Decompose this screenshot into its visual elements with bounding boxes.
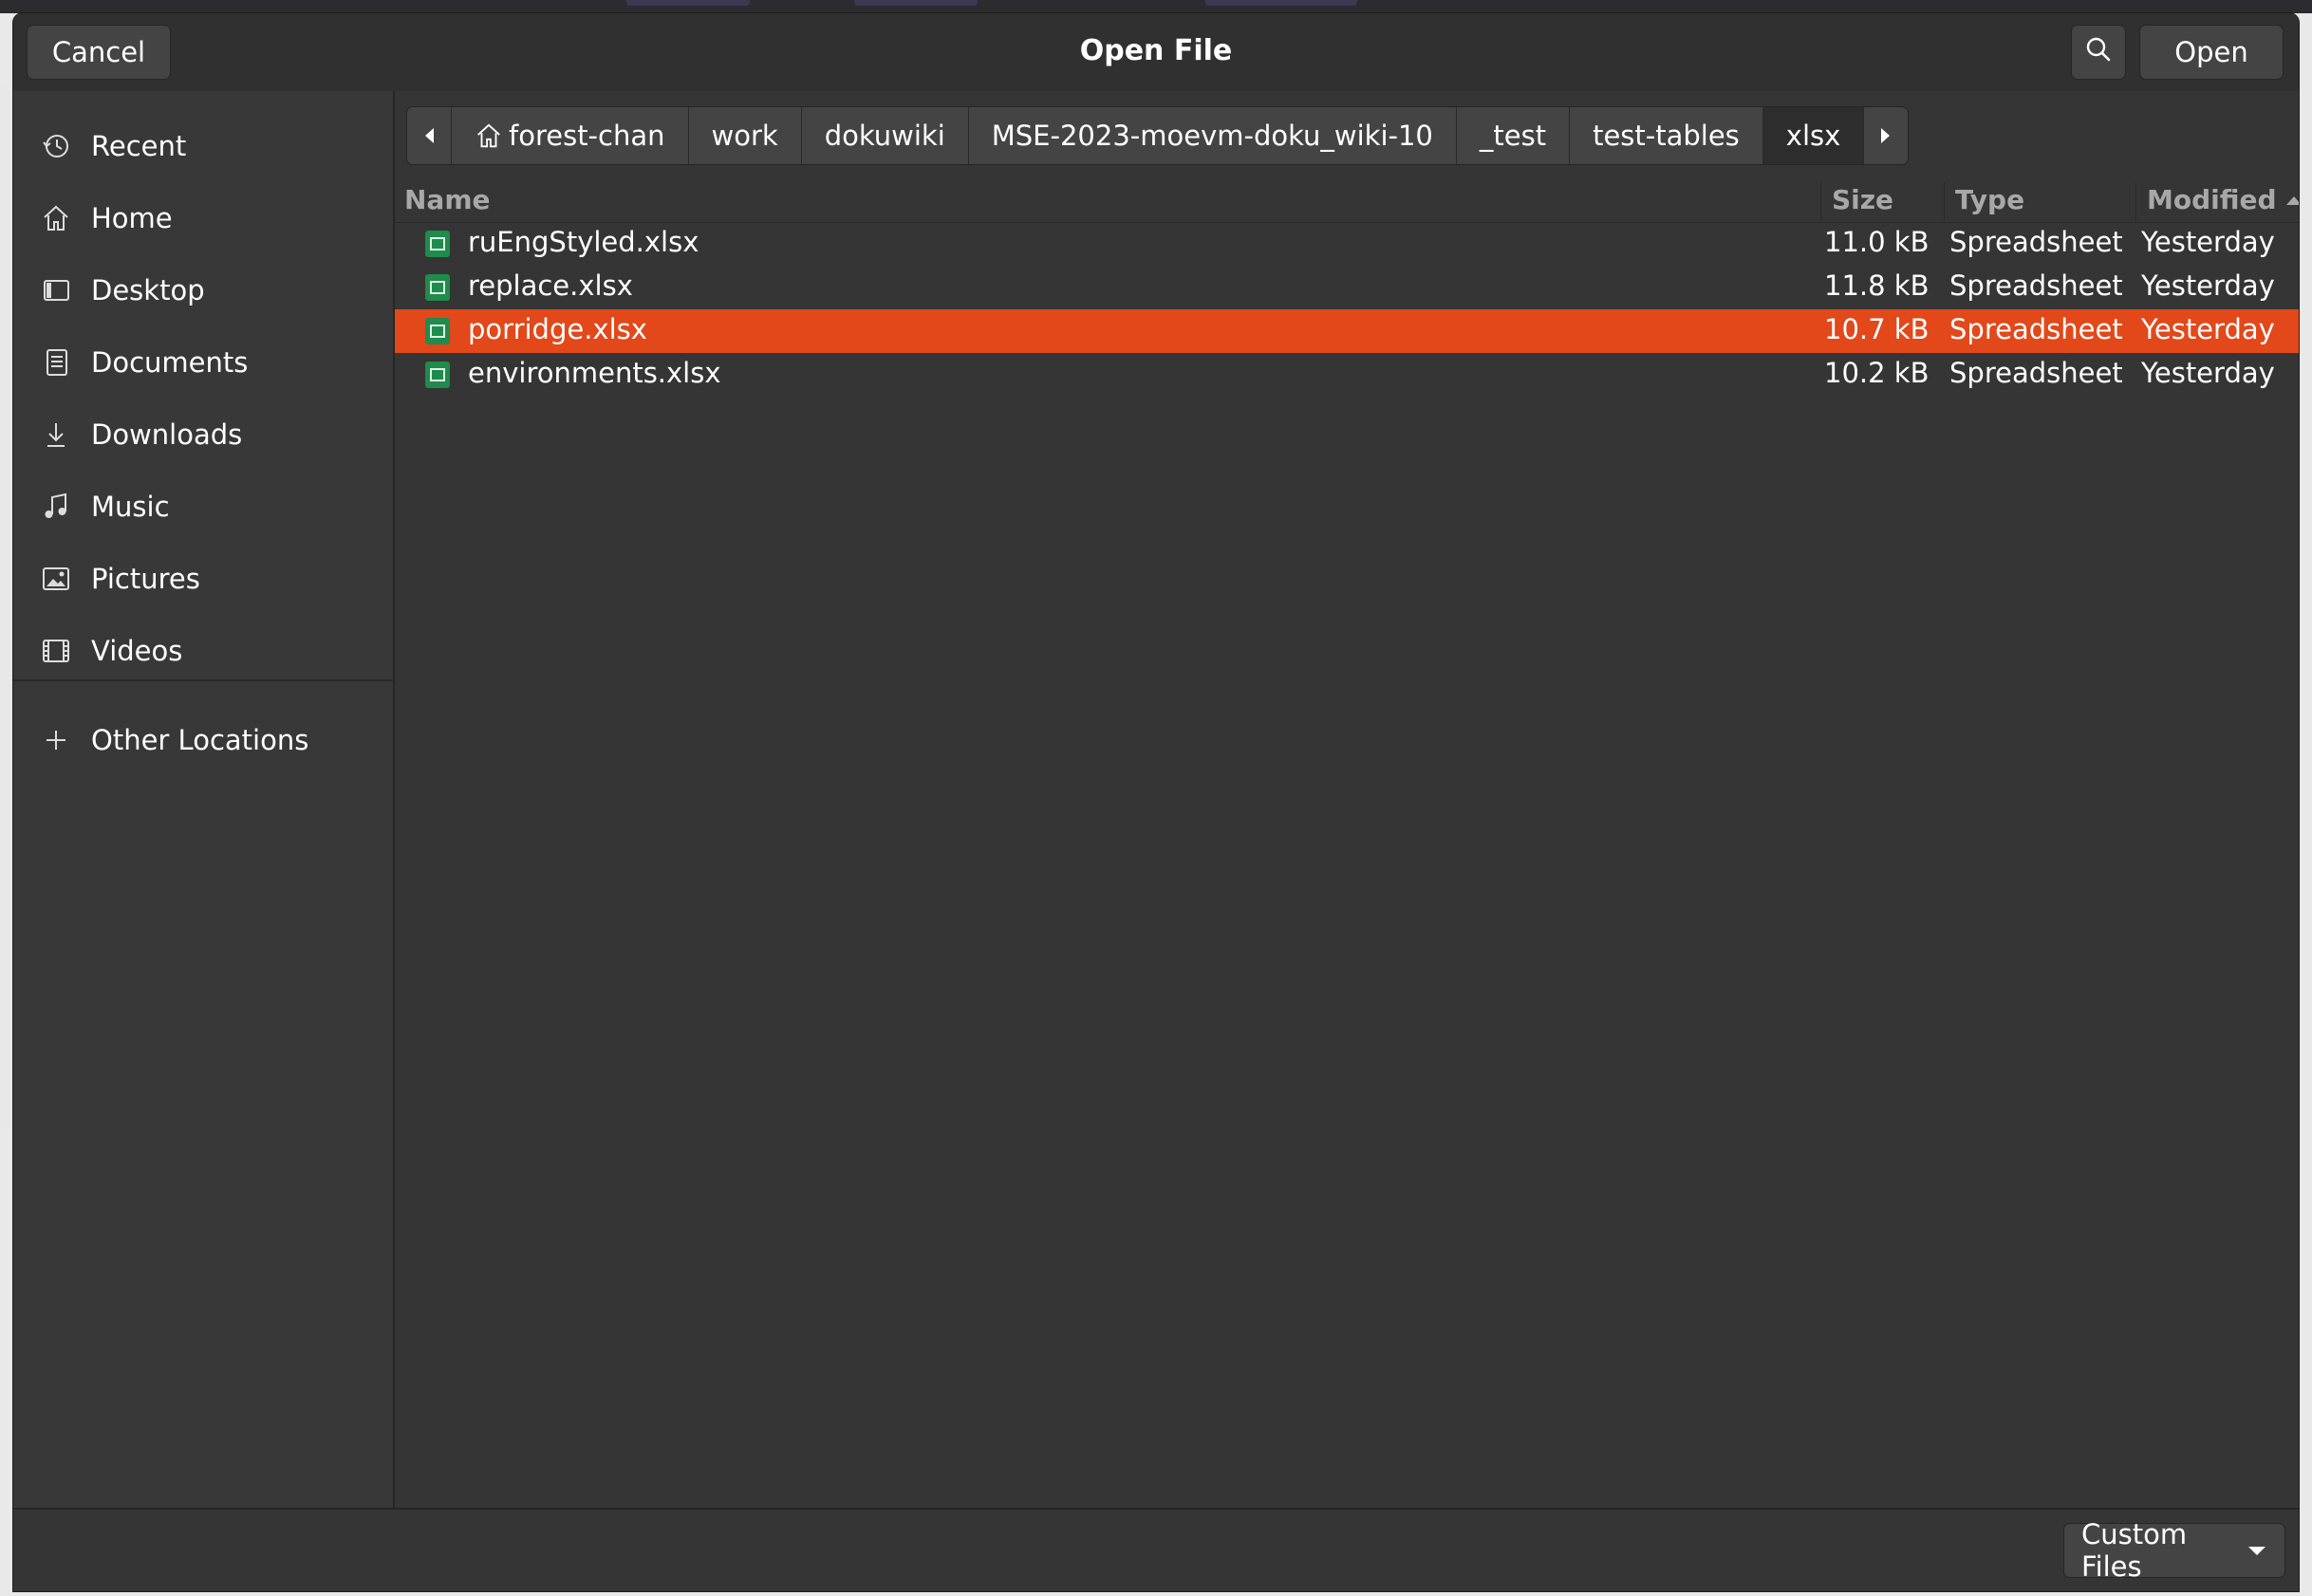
column-header-type[interactable]: Type <box>1946 184 2116 222</box>
document-icon <box>40 346 72 379</box>
chevron-left-icon <box>422 120 436 152</box>
video-icon <box>40 635 72 667</box>
file-size: 10.2 kB <box>1824 357 1930 389</box>
header-bar: Cancel Open File Open <box>13 13 2299 93</box>
spreadsheet-icon <box>425 318 450 344</box>
file-row[interactable]: ruEngStyled.xlsx 11.0 kB Spreadsheet Yes… <box>395 222 2299 266</box>
background-tab <box>854 0 978 6</box>
breadcrumb-label: forest-chan <box>509 120 665 152</box>
background-tab <box>1205 0 1357 6</box>
sidebar-item-videos[interactable]: Videos <box>13 621 393 681</box>
background-window-strip <box>0 0 2312 13</box>
column-separator <box>1944 182 1945 220</box>
file-modified: Yesterday <box>2141 226 2275 258</box>
sidebar-item-pictures[interactable]: Pictures <box>13 548 393 609</box>
download-icon <box>40 418 72 451</box>
breadcrumb-dokuwiki[interactable]: dokuwiki <box>802 107 969 164</box>
sidebar-item-label: Other Locations <box>91 724 309 756</box>
path-scroll-right-button[interactable] <box>1864 107 1908 164</box>
file-type: Spreadsheet <box>1949 313 2123 345</box>
clock-icon <box>40 130 72 162</box>
file-row[interactable]: replace.xlsx 11.8 kB Spreadsheet Yesterd… <box>395 266 2299 309</box>
sidebar-item-documents[interactable]: Documents <box>13 332 393 393</box>
sidebar-item-home[interactable]: Home <box>13 188 393 249</box>
chevron-right-icon <box>1879 120 1892 152</box>
open-file-dialog: Cancel Open File Open Recent Home Deskto <box>13 13 2299 1591</box>
column-header-label: Modified <box>2147 184 2277 215</box>
file-name: ruEngStyled.xlsx <box>468 226 699 258</box>
background-window-edge <box>0 85 13 1129</box>
file-row[interactable]: environments.xlsx 10.2 kB Spreadsheet Ye… <box>395 353 2299 397</box>
spreadsheet-icon <box>425 274 450 301</box>
sidebar-item-label: Recent <box>91 130 187 162</box>
desktop-icon <box>40 274 72 306</box>
file-size: 10.7 kB <box>1824 313 1930 345</box>
breadcrumb-forest-chan[interactable]: forest-chan <box>452 107 689 164</box>
dialog-title: Open File <box>1079 34 1233 67</box>
file-type: Spreadsheet <box>1949 357 2123 389</box>
search-button[interactable] <box>2071 25 2126 80</box>
file-list-header: Name Size Type Modified <box>395 178 2299 223</box>
breadcrumb-test[interactable]: _test <box>1457 107 1571 164</box>
file-filter-label: Custom Files <box>2081 1518 2188 1583</box>
sidebar-item-other-locations[interactable]: Other Locations <box>13 710 393 770</box>
music-icon <box>40 491 72 523</box>
home-icon <box>475 121 503 150</box>
file-row-selected[interactable]: porridge.xlsx 10.7 kB Spreadsheet Yester… <box>395 309 2299 353</box>
sidebar-item-label: Desktop <box>91 274 205 306</box>
places-sidebar: Recent Home Desktop Documents Downloads <box>13 91 395 1510</box>
sidebar-separator <box>13 679 393 681</box>
file-type: Spreadsheet <box>1949 226 2123 258</box>
file-size: 11.0 kB <box>1824 226 1930 258</box>
spreadsheet-icon <box>425 231 450 257</box>
sidebar-item-desktop[interactable]: Desktop <box>13 260 393 321</box>
sidebar-item-downloads[interactable]: Downloads <box>13 404 393 465</box>
chevron-down-icon <box>2247 1544 2267 1557</box>
sidebar-item-label: Music <box>91 491 170 523</box>
plus-icon <box>40 724 72 756</box>
file-modified: Yesterday <box>2141 269 2275 302</box>
background-tab <box>626 0 750 6</box>
open-button[interactable]: Open <box>2139 25 2284 80</box>
spreadsheet-icon <box>425 362 450 388</box>
breadcrumb-test-tables[interactable]: test-tables <box>1570 107 1763 164</box>
sidebar-item-music[interactable]: Music <box>13 476 393 537</box>
sort-ascending-icon <box>2284 194 2299 207</box>
file-filter-dropdown[interactable]: Custom Files <box>2063 1518 2285 1583</box>
sidebar-item-label: Pictures <box>91 563 200 595</box>
breadcrumb-xlsx[interactable]: xlsx <box>1762 107 1865 164</box>
column-separator <box>2135 182 2136 220</box>
sidebar-item-label: Documents <box>91 346 249 379</box>
home-icon <box>40 202 72 234</box>
sidebar-item-recent[interactable]: Recent <box>13 116 393 176</box>
file-type: Spreadsheet <box>1949 269 2123 302</box>
column-header-size[interactable]: Size <box>1822 184 1936 222</box>
file-name: porridge.xlsx <box>468 313 647 345</box>
column-separator <box>1820 182 1821 220</box>
file-modified: Yesterday <box>2141 313 2275 345</box>
sidebar-item-label: Downloads <box>91 418 243 451</box>
breadcrumb-mse-2023[interactable]: MSE-2023-moevm-doku_wiki-10 <box>969 107 1457 164</box>
file-name: environments.xlsx <box>468 357 721 389</box>
file-modified: Yesterday <box>2141 357 2275 389</box>
column-header-name[interactable]: Name <box>395 184 1818 222</box>
file-size: 11.8 kB <box>1824 269 1930 302</box>
file-name: replace.xlsx <box>468 269 633 302</box>
search-icon <box>2084 35 2113 70</box>
picture-icon <box>40 563 72 595</box>
breadcrumb-work[interactable]: work <box>689 107 802 164</box>
file-browser: forest-chan work dokuwiki MSE-2023-moevm… <box>395 91 2299 1510</box>
path-scroll-left-button[interactable] <box>407 107 452 164</box>
sidebar-item-label: Videos <box>91 635 183 667</box>
sidebar-item-label: Home <box>91 202 173 234</box>
dialog-footer: Custom Files <box>13 1508 2299 1591</box>
path-bar: forest-chan work dokuwiki MSE-2023-moevm… <box>406 106 1910 165</box>
column-header-modified[interactable]: Modified <box>2137 184 2299 222</box>
